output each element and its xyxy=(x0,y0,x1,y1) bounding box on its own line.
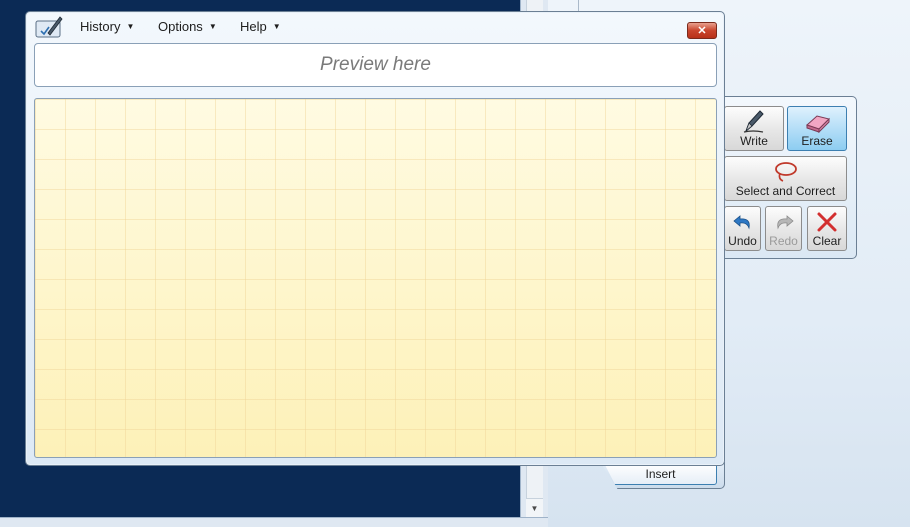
undo-label: Undo xyxy=(728,234,757,248)
menu-history-label: History xyxy=(80,19,121,34)
insert-button[interactable]: Insert xyxy=(604,463,717,485)
clear-label: Clear xyxy=(812,234,842,248)
undo-icon xyxy=(732,215,750,230)
close-icon: ✕ xyxy=(697,25,707,37)
menu-history[interactable]: History ▼ xyxy=(80,19,134,34)
lasso-icon xyxy=(774,162,797,182)
select-and-correct-button[interactable]: Select and Correct xyxy=(724,156,847,201)
undo-button[interactable]: Undo xyxy=(724,206,761,251)
pen-icon xyxy=(743,110,764,133)
preview-field[interactable]: Preview here xyxy=(34,43,717,87)
close-button[interactable]: ✕ xyxy=(687,22,717,39)
menu-options[interactable]: Options ▼ xyxy=(158,19,217,34)
chevron-down-icon: ▼ xyxy=(272,22,281,31)
handwriting-pad[interactable] xyxy=(34,98,717,458)
input-panel-window: History ▼ Options ▼ Help ▼ ✕ Preview her… xyxy=(25,11,725,466)
background-window-bottom xyxy=(0,517,548,527)
chevron-down-icon: ▼ xyxy=(126,22,135,31)
menu-help[interactable]: Help ▼ xyxy=(240,19,281,34)
redo-icon xyxy=(776,215,794,230)
select-and-correct-label: Select and Correct xyxy=(735,184,836,198)
erase-label: Erase xyxy=(801,134,833,148)
clear-x-icon xyxy=(817,212,837,232)
write-button[interactable]: Write xyxy=(724,106,784,151)
redo-button[interactable]: Redo xyxy=(765,206,802,251)
eraser-icon xyxy=(806,115,830,133)
write-label: Write xyxy=(740,134,768,148)
erase-button[interactable]: Erase xyxy=(787,106,847,151)
menu-help-label: Help xyxy=(240,19,267,34)
clear-button[interactable]: Clear xyxy=(807,206,847,251)
input-panel-app-icon[interactable] xyxy=(35,15,63,39)
chevron-down-icon: ▼ xyxy=(208,22,217,31)
scroll-down-icon[interactable]: ▼ xyxy=(526,498,543,517)
menu-bar: History ▼ Options ▼ Help ▼ ✕ xyxy=(26,12,724,42)
redo-label: Redo xyxy=(769,234,798,248)
menu-options-label: Options xyxy=(158,19,203,34)
preview-placeholder: Preview here xyxy=(320,54,431,75)
tool-panel: Write Erase Select and Correct Undo Redo… xyxy=(719,96,857,259)
